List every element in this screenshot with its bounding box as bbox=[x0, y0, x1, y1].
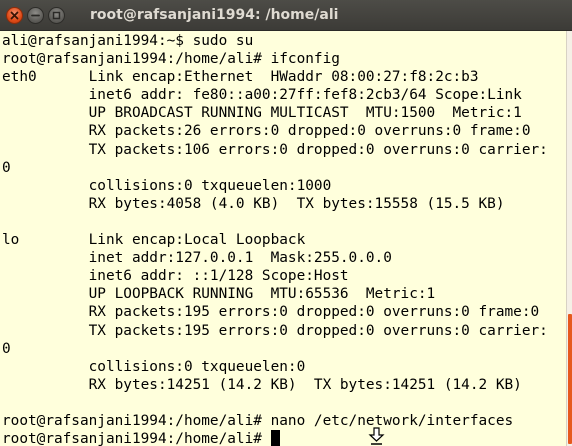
terminal-line: RX bytes:14251 (14.2 KB) TX bytes:14251 … bbox=[2, 376, 548, 394]
terminal-line: lo Link encap:Local Loopback bbox=[2, 231, 548, 249]
minimize-button[interactable] bbox=[27, 7, 44, 24]
terminal-line-text: TX packets:195 errors:0 dropped:0 overru… bbox=[2, 322, 548, 339]
terminal-line-text: inet6 addr: ::1/128 Scope:Host bbox=[2, 268, 349, 285]
terminal-line-text: RX bytes:4058 (4.0 KB) TX bytes:15558 (1… bbox=[2, 195, 505, 212]
maximize-button[interactable] bbox=[48, 7, 65, 24]
terminal-line-text: inet6 addr: fe80::a00:27ff:fef8:2cb3/64 … bbox=[2, 87, 522, 104]
window-title: root@rafsanjani1994: /home/ali bbox=[90, 7, 339, 23]
title-bar[interactable]: root@rafsanjani1994: /home/ali bbox=[0, 0, 572, 31]
terminal-line: eth0 Link encap:Ethernet HWaddr 08:00:27… bbox=[2, 68, 548, 86]
terminal-line-text: RX packets:195 errors:0 dropped:0 overru… bbox=[2, 304, 540, 321]
terminal-line-text: collisions:0 txqueuelen:0 bbox=[2, 358, 306, 375]
terminal-line-text: ali@rafsanjani1994:~$ sudo su bbox=[2, 33, 254, 49]
terminal-line: root@rafsanjani1994:/home/ali# bbox=[2, 430, 548, 446]
terminal-line-text: root@rafsanjani1994:/home/ali# bbox=[2, 431, 271, 446]
close-icon bbox=[10, 11, 19, 20]
terminal-line: RX bytes:4058 (4.0 KB) TX bytes:15558 (1… bbox=[2, 195, 548, 213]
terminal-line: root@rafsanjani1994:/home/ali# ifconfig bbox=[2, 50, 548, 68]
terminal-line: inet6 addr: fe80::a00:27ff:fef8:2cb3/64 … bbox=[2, 86, 548, 104]
maximize-icon bbox=[52, 11, 61, 20]
terminal-line-text: UP BROADCAST RUNNING MULTICAST MTU:1500 … bbox=[2, 105, 522, 122]
terminal-line: collisions:0 txqueuelen:1000 bbox=[2, 177, 548, 195]
terminal-line-text: collisions:0 txqueuelen:1000 bbox=[2, 177, 332, 194]
close-button[interactable] bbox=[6, 7, 23, 24]
terminal-line: RX packets:195 errors:0 dropped:0 overru… bbox=[2, 303, 548, 321]
terminal-area[interactable]: ali@rafsanjani1994:~$ sudo su root@rafsan… bbox=[0, 31, 566, 446]
terminal-line: inet addr:127.0.0.1 Mask:255.0.0.0 bbox=[2, 249, 548, 267]
terminal-line-text: TX packets:106 errors:0 dropped:0 overru… bbox=[2, 141, 548, 158]
terminal-line-text: 0 bbox=[2, 159, 11, 176]
scrollbar-thumb[interactable] bbox=[568, 314, 572, 444]
terminal-line-text: 0 bbox=[2, 340, 11, 357]
terminal-line: 0 bbox=[2, 340, 548, 358]
mouse-pointer-icon bbox=[368, 427, 385, 445]
terminal-line-text: inet addr:127.0.0.1 Mask:255.0.0.0 bbox=[2, 250, 392, 267]
terminal-line: collisions:0 txqueuelen:0 bbox=[2, 358, 548, 376]
text-cursor bbox=[270, 430, 280, 446]
minimize-icon bbox=[31, 14, 40, 17]
terminal-line: UP LOOPBACK RUNNING MTU:65536 Metric:1 bbox=[2, 285, 548, 303]
terminal-window: root@rafsanjani1994: /home/ali ali@rafsa… bbox=[0, 0, 572, 446]
terminal-line-text: UP LOOPBACK RUNNING MTU:65536 Metric:1 bbox=[2, 286, 436, 303]
terminal-line-text: RX bytes:14251 (14.2 KB) TX bytes:14251 … bbox=[2, 376, 522, 393]
terminal-line: TX packets:195 errors:0 dropped:0 overru… bbox=[2, 322, 548, 340]
terminal-line-text: root@rafsanjani1994:/home/ali# ifconfig bbox=[2, 51, 340, 68]
terminal-line: inet6 addr: ::1/128 Scope:Host bbox=[2, 267, 548, 285]
terminal-output: ali@rafsanjani1994:~$ sudo su root@rafsan… bbox=[2, 32, 548, 446]
terminal-line: RX packets:26 errors:0 dropped:0 overrun… bbox=[2, 122, 548, 140]
terminal-line-text: RX packets:26 errors:0 dropped:0 overrun… bbox=[2, 123, 531, 140]
terminal-line: root@rafsanjani1994:/home/ali# nano /etc… bbox=[2, 412, 548, 430]
terminal-line-text: root@rafsanjani1994:/home/ali# nano /etc… bbox=[2, 412, 514, 429]
terminal-line: ali@rafsanjani1994:~$ sudo su bbox=[2, 32, 548, 50]
terminal-line-text: eth0 Link encap:Ethernet HWaddr 08:00:27… bbox=[2, 69, 479, 86]
terminal-line-text: lo Link encap:Local Loopback bbox=[2, 232, 306, 249]
terminal-line: 0 bbox=[2, 159, 548, 177]
terminal-line: UP BROADCAST RUNNING MULTICAST MTU:1500 … bbox=[2, 104, 548, 122]
terminal-line: TX packets:106 errors:0 dropped:0 overru… bbox=[2, 141, 548, 159]
scrollbar[interactable] bbox=[566, 31, 572, 446]
